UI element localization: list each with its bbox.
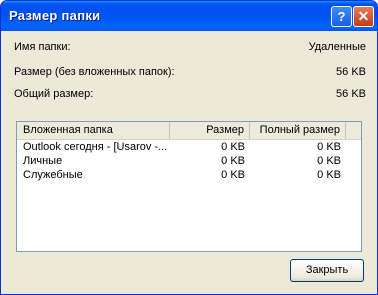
subfolder-name: Outlook сегодня - [Usarov -... bbox=[23, 141, 168, 153]
subfolder-size: 0 KB bbox=[221, 141, 245, 153]
list-header: Вложенная папка Размер Полный размер bbox=[17, 122, 361, 140]
close-icon: ✕ bbox=[357, 8, 370, 24]
subfolder-name: Служебные bbox=[23, 169, 83, 181]
subfolder-size: 0 KB bbox=[221, 155, 245, 167]
size-label: Размер (без вложенных папок): bbox=[14, 66, 175, 78]
total-size-row: Общий размер: 56 KB bbox=[14, 88, 366, 102]
help-button[interactable]: ? bbox=[331, 6, 352, 27]
subfolder-total-size: 0 KB bbox=[317, 141, 341, 153]
column-header-subfolder[interactable]: Вложенная папка bbox=[17, 122, 170, 139]
folder-name-label: Имя папки: bbox=[14, 41, 71, 53]
list-item[interactable]: Личные 0 KB 0 KB bbox=[17, 154, 361, 169]
close-button[interactable]: Закрыть bbox=[290, 259, 364, 282]
help-icon: ? bbox=[337, 9, 346, 24]
size-row: Размер (без вложенных папок): 56 KB bbox=[14, 66, 366, 80]
folder-name-row: Имя папки: Удаленные bbox=[14, 41, 366, 55]
dialog-content: Имя папки: Удаленные Размер (без вложенн… bbox=[4, 31, 374, 293]
folder-size-dialog: Размер папки ? ✕ Имя папки: Удаленные Ра… bbox=[0, 0, 378, 295]
title-bar[interactable]: Размер папки ? ✕ bbox=[1, 1, 377, 31]
size-value: 56 KB bbox=[336, 66, 366, 78]
total-size-value: 56 KB bbox=[336, 88, 366, 100]
close-window-button[interactable]: ✕ bbox=[353, 6, 374, 27]
subfolder-total-size: 0 KB bbox=[317, 169, 341, 181]
subfolder-total-size: 0 KB bbox=[317, 155, 341, 167]
column-header-total-size[interactable]: Полный размер bbox=[250, 122, 346, 139]
list-item[interactable]: Outlook сегодня - [Usarov -... 0 KB 0 KB bbox=[17, 140, 361, 155]
subfolder-name: Личные bbox=[23, 155, 63, 167]
window-title: Размер папки bbox=[9, 8, 101, 23]
subfolder-size: 0 KB bbox=[221, 169, 245, 181]
subfolder-list[interactable]: Вложенная папка Размер Полный размер Out… bbox=[16, 121, 362, 252]
list-item[interactable]: Служебные 0 KB 0 KB bbox=[17, 168, 361, 183]
folder-name-value: Удаленные bbox=[308, 41, 366, 53]
total-size-label: Общий размер: bbox=[14, 88, 94, 100]
column-header-size[interactable]: Размер bbox=[170, 122, 250, 139]
